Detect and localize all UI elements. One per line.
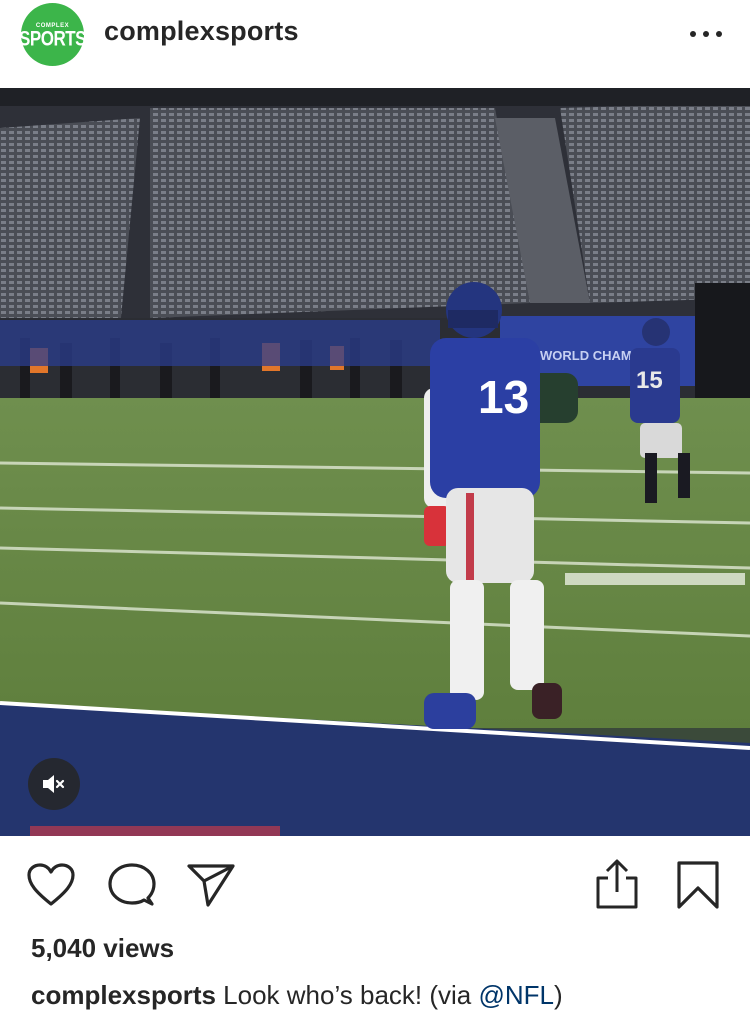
account-username[interactable]: complexsports [104, 16, 299, 47]
banner-text: WORLD CHAMPI [540, 348, 644, 363]
action-bar [0, 836, 750, 936]
caption-text: Look who’s back! (via [215, 980, 479, 1010]
caption-text-end: ) [554, 980, 563, 1010]
avatar-main-text: SPORTS [19, 26, 86, 50]
speaker-muted-icon[interactable] [28, 758, 80, 810]
share-paper-plane-icon[interactable] [186, 862, 236, 908]
comment-icon[interactable] [108, 862, 156, 908]
caption-mention-link[interactable]: @NFL [479, 980, 555, 1010]
post-video[interactable]: WORLD CHAMPI 15 13 [0, 88, 750, 836]
caption-username[interactable]: complexsports [31, 980, 216, 1010]
main-player-number: 13 [478, 371, 529, 423]
back-player-number: 15 [636, 367, 663, 394]
post-caption: complexsports Look who’s back! (via @NFL… [31, 980, 563, 1011]
heart-icon[interactable] [26, 862, 76, 908]
upload-icon[interactable] [594, 858, 640, 910]
more-horizontal-icon[interactable] [690, 30, 722, 38]
avatar[interactable]: COMPLEX SPORTS [19, 3, 86, 66]
post-header: COMPLEX SPORTS complexsports [0, 0, 750, 88]
view-count: 5,040 views [31, 933, 175, 963]
bookmark-icon[interactable] [676, 860, 720, 910]
video-frame: WORLD CHAMPI 15 13 [0, 88, 750, 836]
